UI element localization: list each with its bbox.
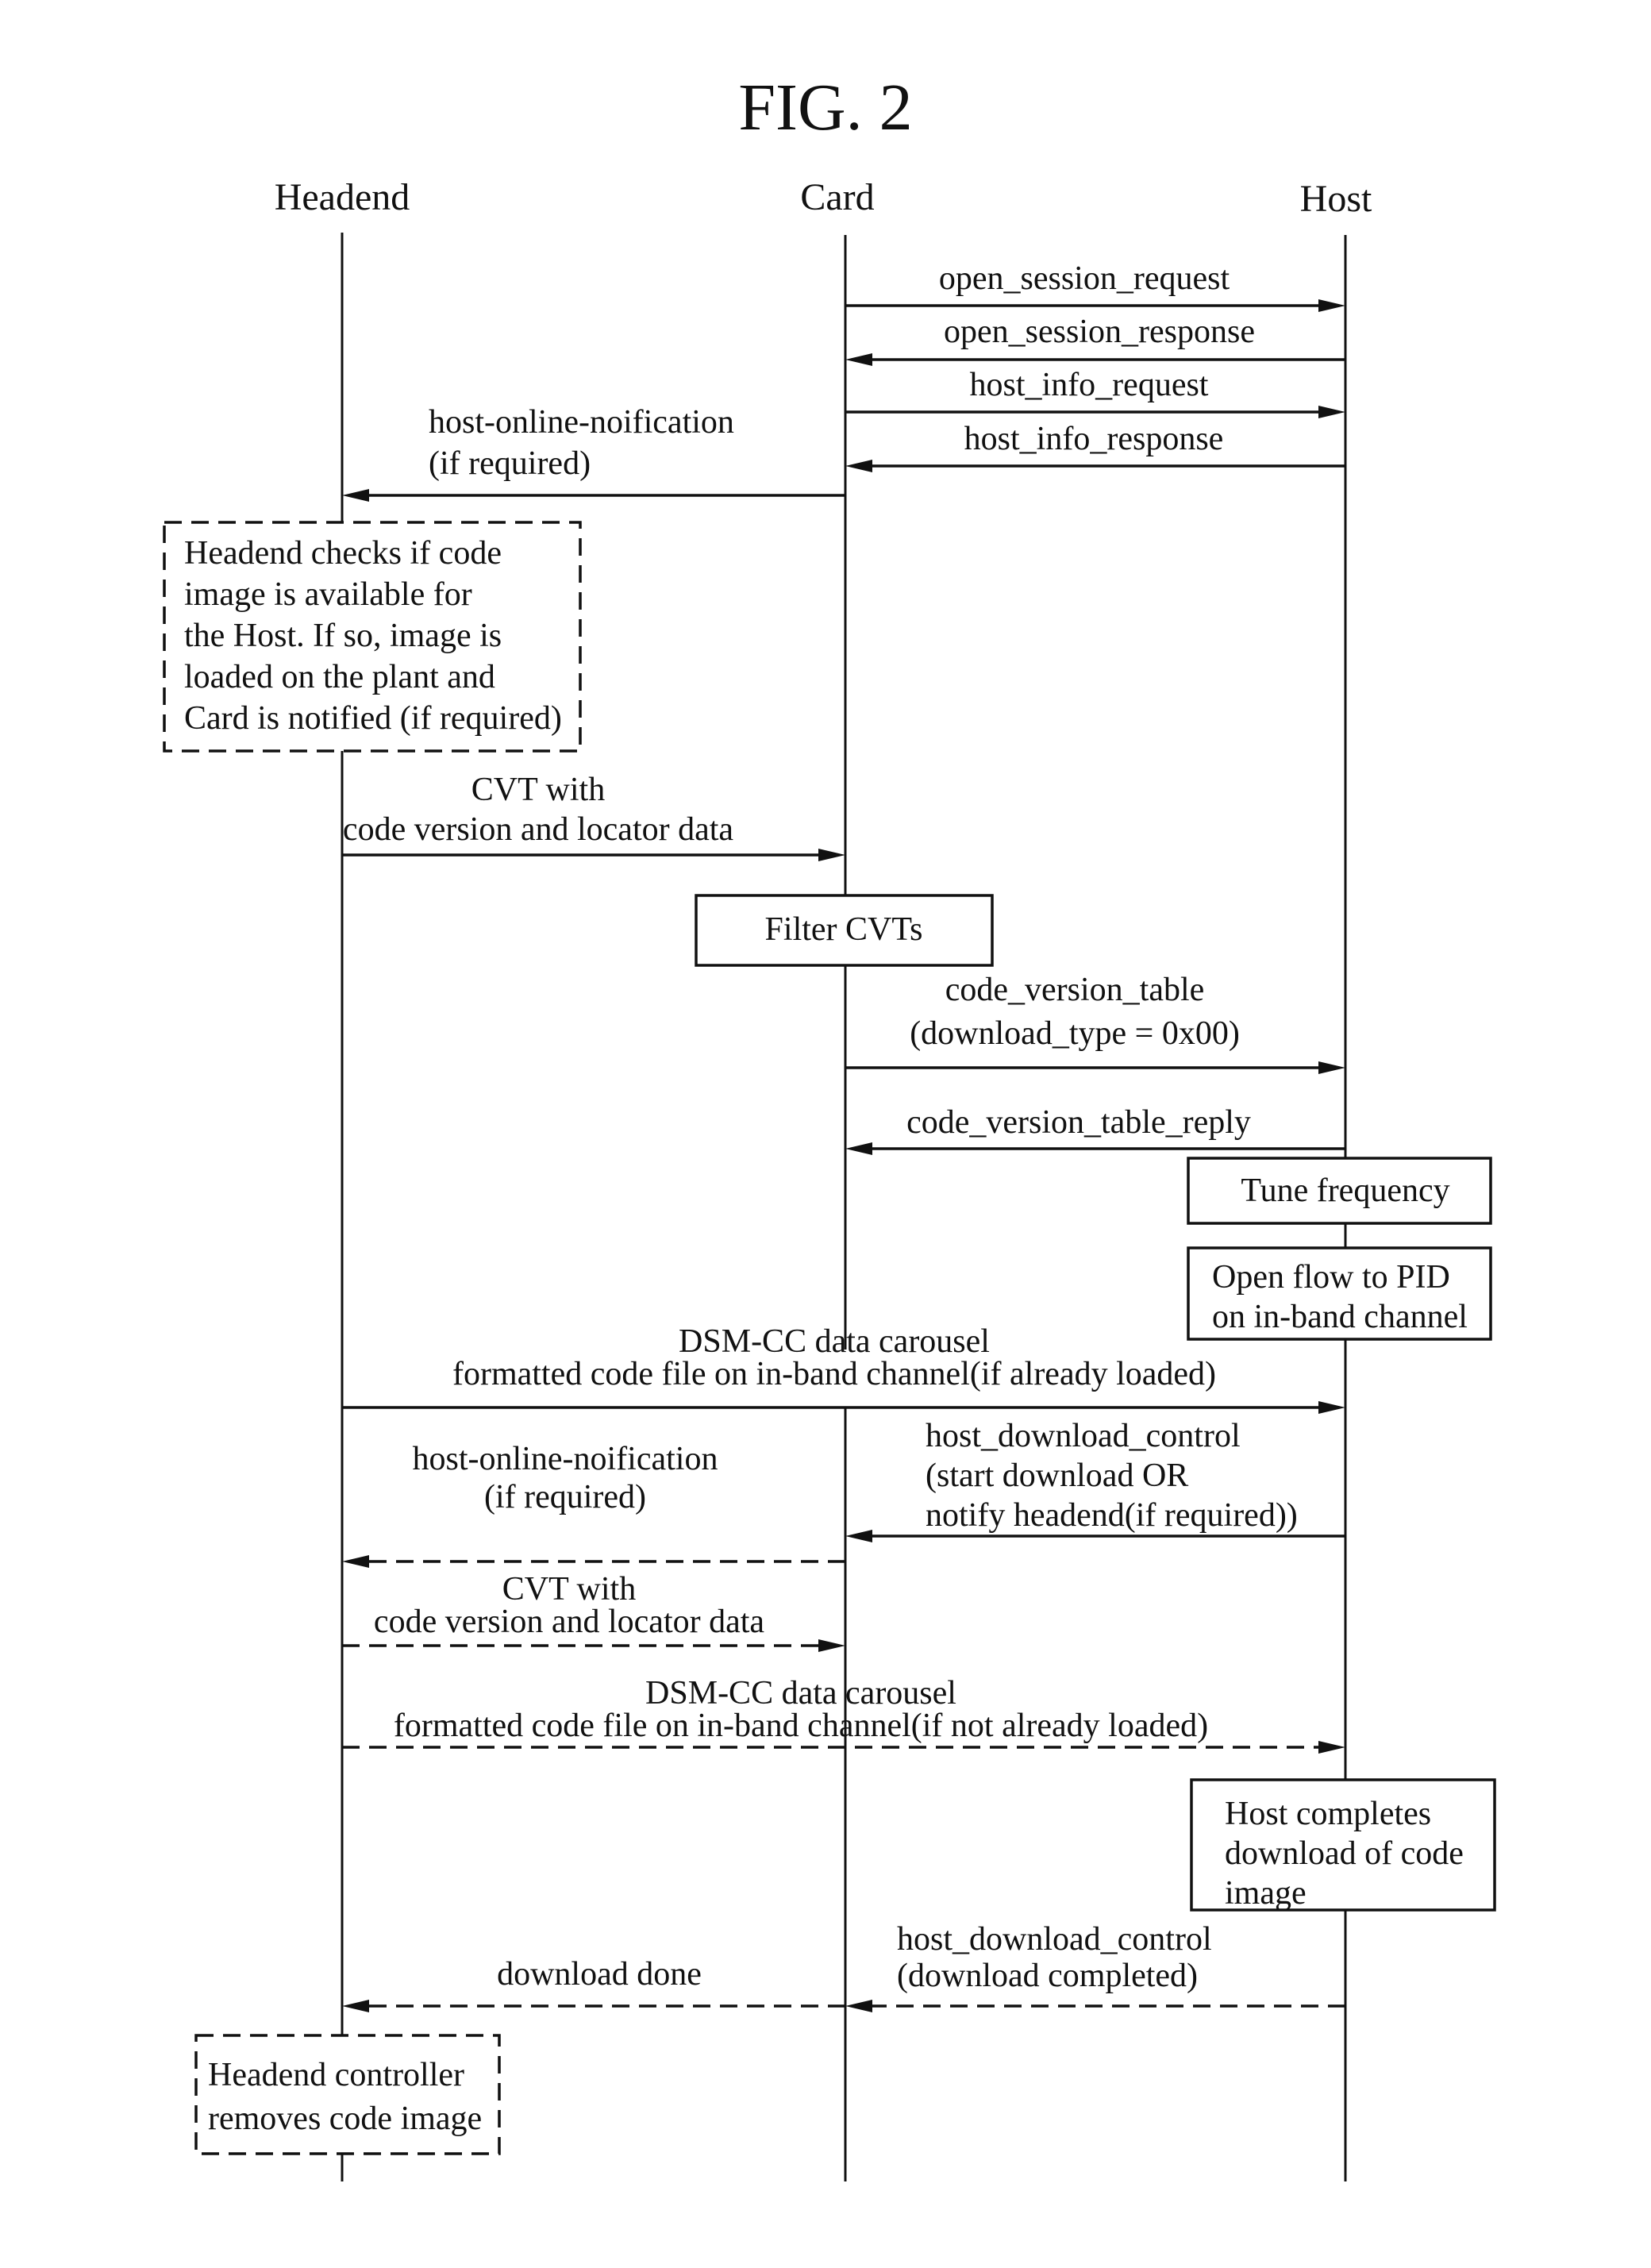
note-open-flow: Open flow to PIDon in-band channel [1187, 1246, 1492, 1341]
message-open-session-response: open_session_response [845, 314, 1345, 366]
arrowhead-icon [342, 489, 369, 502]
message-label-line: host-online-noification [429, 404, 734, 441]
note-tune-frequency: Tune frequency [1187, 1157, 1492, 1225]
message-label-line: (download_type = 0x00) [910, 1015, 1240, 1052]
note-text-line: removes code image [208, 2100, 482, 2137]
note-text-line: Filter CVTs [765, 911, 923, 948]
message-label-line: host_download_control [926, 1418, 1241, 1454]
message-open-session-request: open_session_request [845, 260, 1345, 312]
message-label-line: host_info_request [970, 367, 1209, 403]
message-host-download-control-1: host_download_control(start download ORn… [845, 1418, 1345, 1542]
message-host-info-request: host_info_request [845, 367, 1345, 418]
message-label-line: (if required) [484, 1479, 646, 1515]
message-host-online-notification-1: host-online-noification (if required) [342, 404, 845, 502]
message-label-line: open_session_request [939, 260, 1230, 297]
arrowhead-icon [845, 1142, 872, 1155]
arrowhead-icon [1318, 1401, 1345, 1414]
arrowhead-icon [845, 2000, 872, 2012]
note-text-line: loaded on the plant and [184, 659, 495, 695]
note-text-line: Tune frequency [1241, 1173, 1449, 1209]
sequence-diagram: FIG. 2 Headend Card Host Headend checks … [163, 71, 1496, 2181]
note-text-line: Headend checks if code [184, 535, 502, 572]
note-text-line: Open flow to PID [1212, 1259, 1450, 1296]
note-host-completes: Host completesdownload of codeimage [1190, 1778, 1496, 1912]
arrowhead-icon [342, 2000, 369, 2012]
note-headend-checks: Headend checks if code image is available… [163, 521, 582, 753]
arrowhead-icon [1318, 299, 1345, 312]
message-label-line: CVT with [502, 1571, 636, 1608]
arrowhead-icon [1318, 1061, 1345, 1074]
message-host-download-control-2: host_download_control(download completed… [845, 1921, 1345, 2012]
note-text-line: image [1225, 1875, 1307, 1912]
message-host-info-response: host_info_response [845, 421, 1345, 472]
message-cvt-2: CVT withcode version and locator data [342, 1571, 845, 1652]
message-label-line: host_info_response [964, 421, 1224, 457]
note-text-line: Headend controller [208, 2057, 464, 2093]
arrowhead-icon [342, 1555, 369, 1568]
arrowhead-icon [845, 1530, 872, 1542]
actor-label-host: Host [1300, 178, 1372, 220]
figure-title: FIG. 2 [738, 71, 912, 144]
message-label-line: (start download OR [926, 1457, 1188, 1494]
arrowhead-icon [818, 849, 845, 861]
note-text-line: Card is notified (if required) [184, 700, 562, 737]
message-label-line: code version and locator data [343, 811, 733, 848]
actor-label-headend: Headend [275, 176, 410, 218]
arrowhead-icon [1318, 406, 1345, 418]
arrowhead-icon [1318, 1741, 1345, 1754]
message-label-line: DSM-CC data carousel [679, 1323, 990, 1360]
message-code-version-table: code_version_table (download_type = 0x00) [845, 972, 1345, 1074]
message-host-online-notification-2: host-online-noification(if required) [342, 1441, 845, 1568]
note-text-line: download of code [1225, 1835, 1464, 1872]
message-label-line: code_version_table_reply [906, 1104, 1251, 1141]
note-text-line: on in-band channel [1212, 1299, 1468, 1335]
note-filter-cvts: Filter CVTs [695, 894, 994, 967]
message-cvt-1: CVT withcode version and locator data [342, 772, 845, 861]
message-label-line: host-online-noification [413, 1441, 718, 1477]
message-label-line: code_version_table [945, 972, 1205, 1008]
arrowhead-icon [845, 460, 872, 472]
message-label-line: formatted code file on in-band channel(i… [452, 1356, 1216, 1392]
message-label-line: CVT with [471, 772, 605, 808]
message-label-line: (download completed) [897, 1958, 1198, 1994]
message-dsmcc-2: DSM-CC data carouselformatted code file … [342, 1675, 1345, 1754]
arrowhead-icon [845, 353, 872, 366]
note-headend-removes: Headend controller removes code image [194, 2034, 501, 2155]
arrowhead-icon [818, 1639, 845, 1652]
message-label-line: (if required) [429, 445, 591, 482]
message-label-line: host_download_control [897, 1921, 1212, 1958]
message-label-line: code version and locator data [374, 1604, 764, 1640]
message-label-line: notify headend(if required)) [926, 1497, 1298, 1534]
note-text-line: the Host. If so, image is [184, 618, 502, 654]
note-text-line: Host completes [1225, 1796, 1431, 1832]
message-code-version-table-reply: code_version_table_reply [845, 1104, 1345, 1155]
message-label-line: open_session_response [944, 314, 1255, 350]
message-download-done: download done [342, 1956, 845, 2012]
actor-label-card: Card [800, 176, 874, 218]
message-label-line: DSM-CC data carousel [645, 1675, 956, 1712]
message-label-line: download done [497, 1956, 702, 1993]
message-label-line: formatted code file on in-band channel(i… [394, 1708, 1208, 1744]
note-text-line: image is available for [184, 576, 472, 613]
